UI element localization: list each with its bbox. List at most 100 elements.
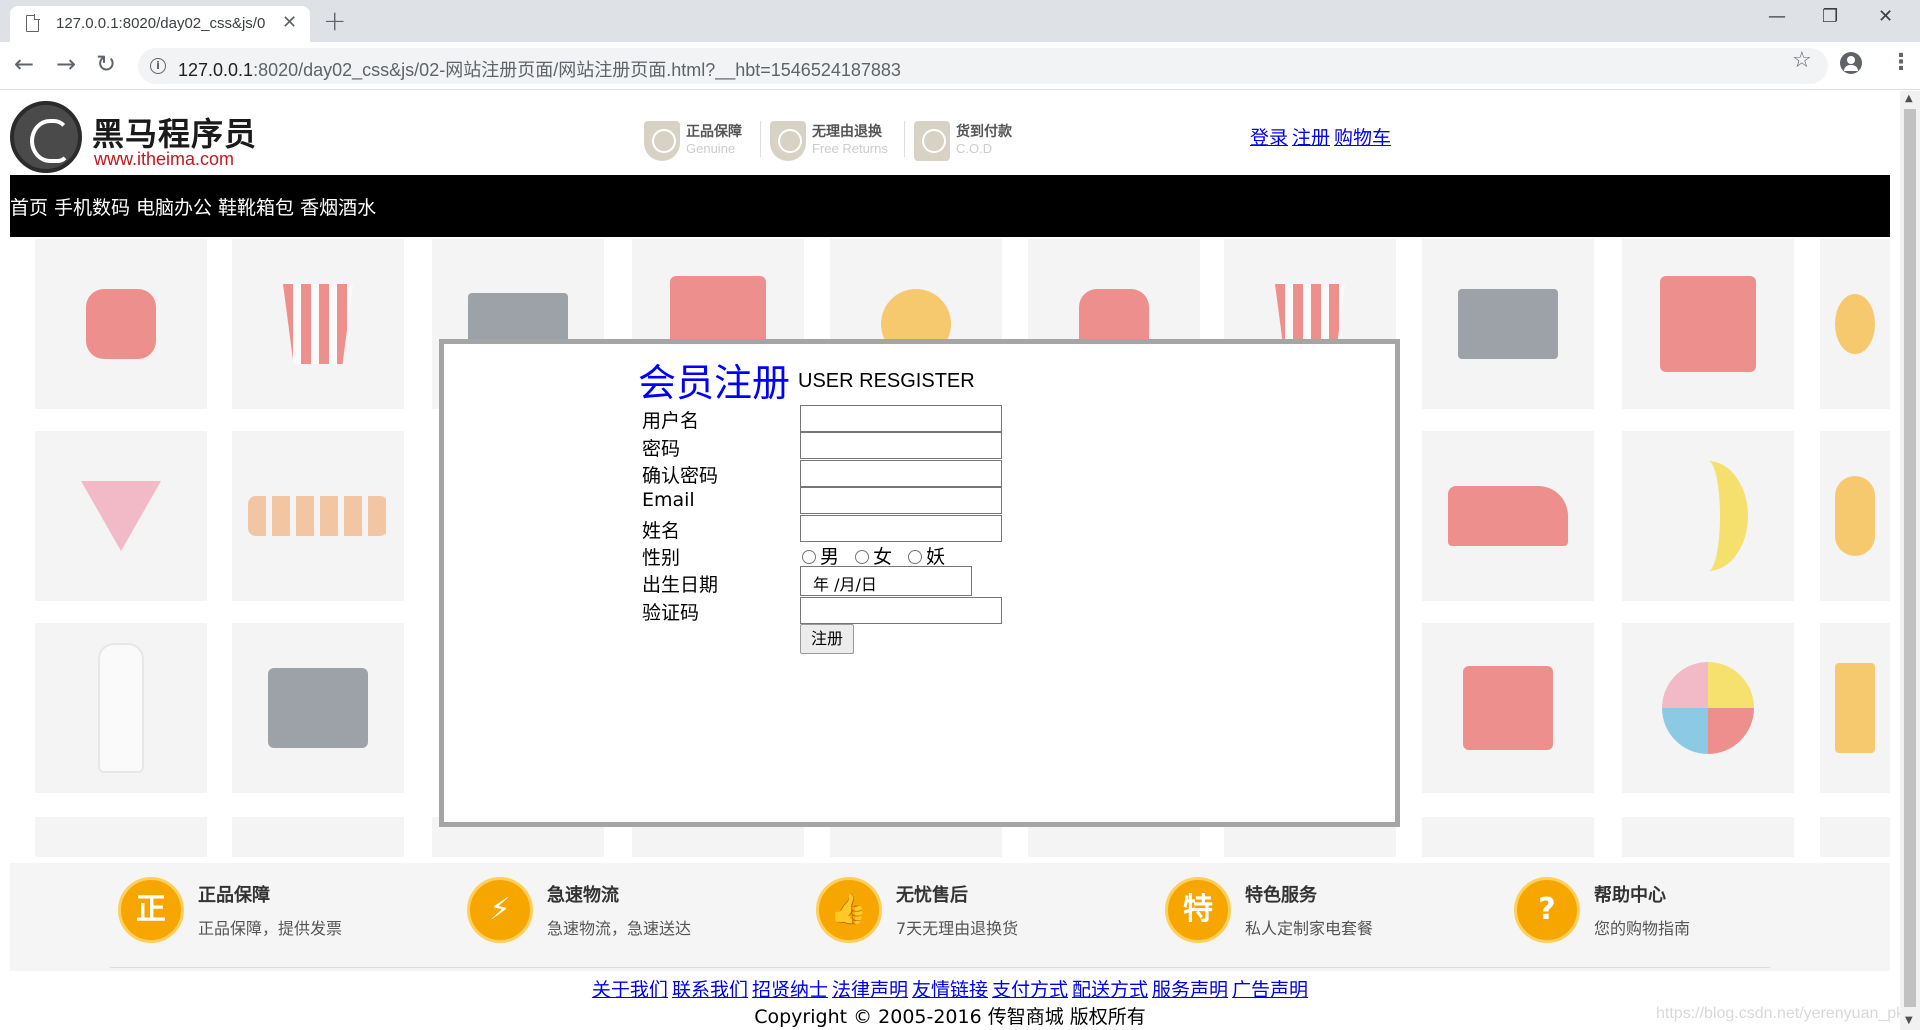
url-text[interactable]: 127.0.0.1:8020/day02_css&js/02-网站注册页面/网站…: [178, 56, 901, 82]
user-links: 登录 注册 购物车: [1250, 123, 1395, 150]
close-window-icon[interactable]: ✕: [1878, 6, 1893, 27]
product-tile: [1622, 817, 1794, 857]
captcha-input[interactable]: [800, 597, 1002, 624]
logo-url: www.itheima.com: [94, 149, 235, 169]
service-title: 无忧售后: [896, 885, 968, 906]
gender-radio-male[interactable]: [802, 550, 816, 564]
gender-radio-other[interactable]: [908, 550, 923, 564]
email-label: Email: [642, 489, 695, 511]
new-tab-icon[interactable]: +: [323, 4, 346, 37]
username-label: 用户名: [642, 410, 700, 432]
email-input[interactable]: [800, 487, 1002, 514]
scroll-up-icon[interactable]: ▲: [1905, 93, 1913, 104]
promo-title: 正品保障: [686, 124, 742, 140]
info-icon[interactable]: i: [150, 58, 166, 74]
service-desc: 正品保障，提供发票: [198, 919, 343, 938]
kebab-menu-icon[interactable]: ⋮: [1890, 50, 1912, 75]
thumbs-up-icon: 👍: [816, 877, 882, 943]
footer-link-legal[interactable]: 法律声明: [832, 979, 908, 1001]
special-badge-icon: 特: [1165, 877, 1231, 943]
shield-icon: [644, 121, 680, 161]
password-label: 密码: [642, 438, 681, 460]
service-title: 正品保障: [198, 885, 270, 906]
password-input[interactable]: [800, 432, 1002, 459]
footer-link-about[interactable]: 关于我们: [592, 979, 668, 1001]
horse-logo-icon: [10, 101, 82, 173]
sneaker-icon: [1422, 431, 1594, 601]
copyright: Copyright © 2005-2016 传智商城 版权所有: [754, 1006, 1146, 1028]
scrollbar-thumb[interactable]: [1904, 109, 1916, 1007]
name-label: 姓名: [642, 520, 681, 542]
banana-icon: [1622, 431, 1794, 601]
login-link[interactable]: 登录: [1250, 127, 1288, 149]
cod-icon: [914, 121, 950, 161]
url-host: 127.0.0.1: [178, 60, 254, 80]
fast-delivery-icon: ⚡: [467, 877, 533, 943]
service-title: 帮助中心: [1594, 885, 1666, 906]
birthday-label: 出生日期: [642, 574, 719, 596]
birthday-input[interactable]: 年 /月/日: [800, 566, 972, 596]
name-input[interactable]: [800, 515, 1002, 542]
minimize-icon[interactable]: —: [1768, 6, 1786, 27]
service-title: 特色服务: [1245, 885, 1317, 906]
product-tile: [1820, 817, 1890, 857]
laptop-icon: [232, 623, 404, 793]
restore-icon[interactable]: ❐: [1822, 6, 1838, 27]
register-form: 会员注册 USER RESGISTER 用户名 密码 确认密码 Email 姓名…: [439, 339, 1400, 827]
popcorn-icon: [232, 239, 404, 409]
address-bar[interactable]: i 127.0.0.1:8020/day02_css&js/02-网站注册页面/…: [138, 48, 1828, 84]
register-link[interactable]: 注册: [1292, 127, 1330, 149]
confirm-password-input[interactable]: [800, 460, 1002, 487]
bottle-icon: [35, 623, 207, 793]
gender-other-label: 妖: [926, 546, 946, 568]
service-desc: 7天无理由退换货: [896, 919, 1019, 938]
page-icon: [26, 14, 40, 32]
confirm-password-label: 确认密码: [642, 465, 719, 487]
beach-ball-icon: [1622, 623, 1794, 793]
monitor-icon: [1422, 239, 1594, 409]
bookmark-star-icon[interactable]: ☆: [1792, 48, 1812, 73]
username-input[interactable]: [800, 405, 1002, 432]
gift-icon: [1622, 239, 1794, 409]
close-tab-icon[interactable]: ✕: [282, 12, 297, 33]
scroll-down-icon[interactable]: ▼: [1905, 1015, 1913, 1026]
cart-link[interactable]: 购物车: [1334, 127, 1391, 149]
product-tile: [1422, 817, 1594, 857]
footer-link-service[interactable]: 服务声明: [1152, 979, 1228, 1001]
service-desc: 私人定制家电套餐: [1245, 919, 1374, 938]
promo-title: 无理由退换: [812, 124, 882, 140]
browser-toolbar: ← → ↻ i 127.0.0.1:8020/day02_css&js/02-网…: [0, 42, 1920, 90]
orange-icon: [1820, 239, 1890, 409]
account-icon[interactable]: [1840, 52, 1862, 74]
register-submit-button[interactable]: 注册: [800, 624, 854, 654]
register-subtitle: USER RESGISTER: [798, 370, 975, 392]
service-desc: 您的购物指南: [1594, 919, 1691, 938]
back-icon[interactable]: ←: [14, 50, 34, 78]
gender-options: 男 女 妖: [800, 542, 953, 569]
footer-link-payment[interactable]: 支付方式: [992, 979, 1068, 1001]
nav-item-phones[interactable]: 手机数码: [54, 197, 130, 219]
tab-title: 127.0.0.1:8020/day02_css&js/0: [56, 15, 266, 32]
forward-icon[interactable]: →: [56, 50, 76, 78]
gender-radio-female[interactable]: [855, 550, 870, 564]
footer-link-friends[interactable]: 友情链接: [912, 979, 988, 1001]
browser-tab[interactable]: 127.0.0.1:8020/day02_css&js/0 ✕: [10, 6, 310, 42]
reload-icon[interactable]: ↻: [96, 50, 116, 78]
footer-link-delivery[interactable]: 配送方式: [1072, 979, 1148, 1001]
product-tile: [35, 817, 207, 857]
footer-link-ads[interactable]: 广告声明: [1232, 979, 1308, 1001]
footer-link-contact[interactable]: 联系我们: [672, 979, 748, 1001]
watermark: https://blog.csdn.net/yerenyuan_pku: [1656, 1005, 1900, 1022]
nav-item-liquor[interactable]: 香烟酒水: [300, 197, 376, 219]
nav-item-computers[interactable]: 电脑办公: [136, 197, 212, 219]
page-scrollbar[interactable]: ▲ ▼: [1900, 91, 1920, 1030]
bag-icon: [1820, 623, 1890, 793]
nav-item-bags[interactable]: 鞋靴箱包: [218, 197, 294, 219]
help-question-icon: ?: [1514, 877, 1580, 943]
nav-item-home[interactable]: 首页: [10, 197, 48, 219]
captcha-label: 验证码: [642, 602, 700, 624]
site-logo[interactable]: 黑马程序员 www.itheima.com: [10, 101, 260, 173]
footer-link-jobs[interactable]: 招贤纳士: [752, 979, 828, 1001]
service-bar: 正 正品保障 正品保障，提供发票 ⚡ 急速物流 急速物流，急速送达 👍 无忧售后…: [10, 863, 1890, 971]
divider: [110, 967, 1770, 968]
